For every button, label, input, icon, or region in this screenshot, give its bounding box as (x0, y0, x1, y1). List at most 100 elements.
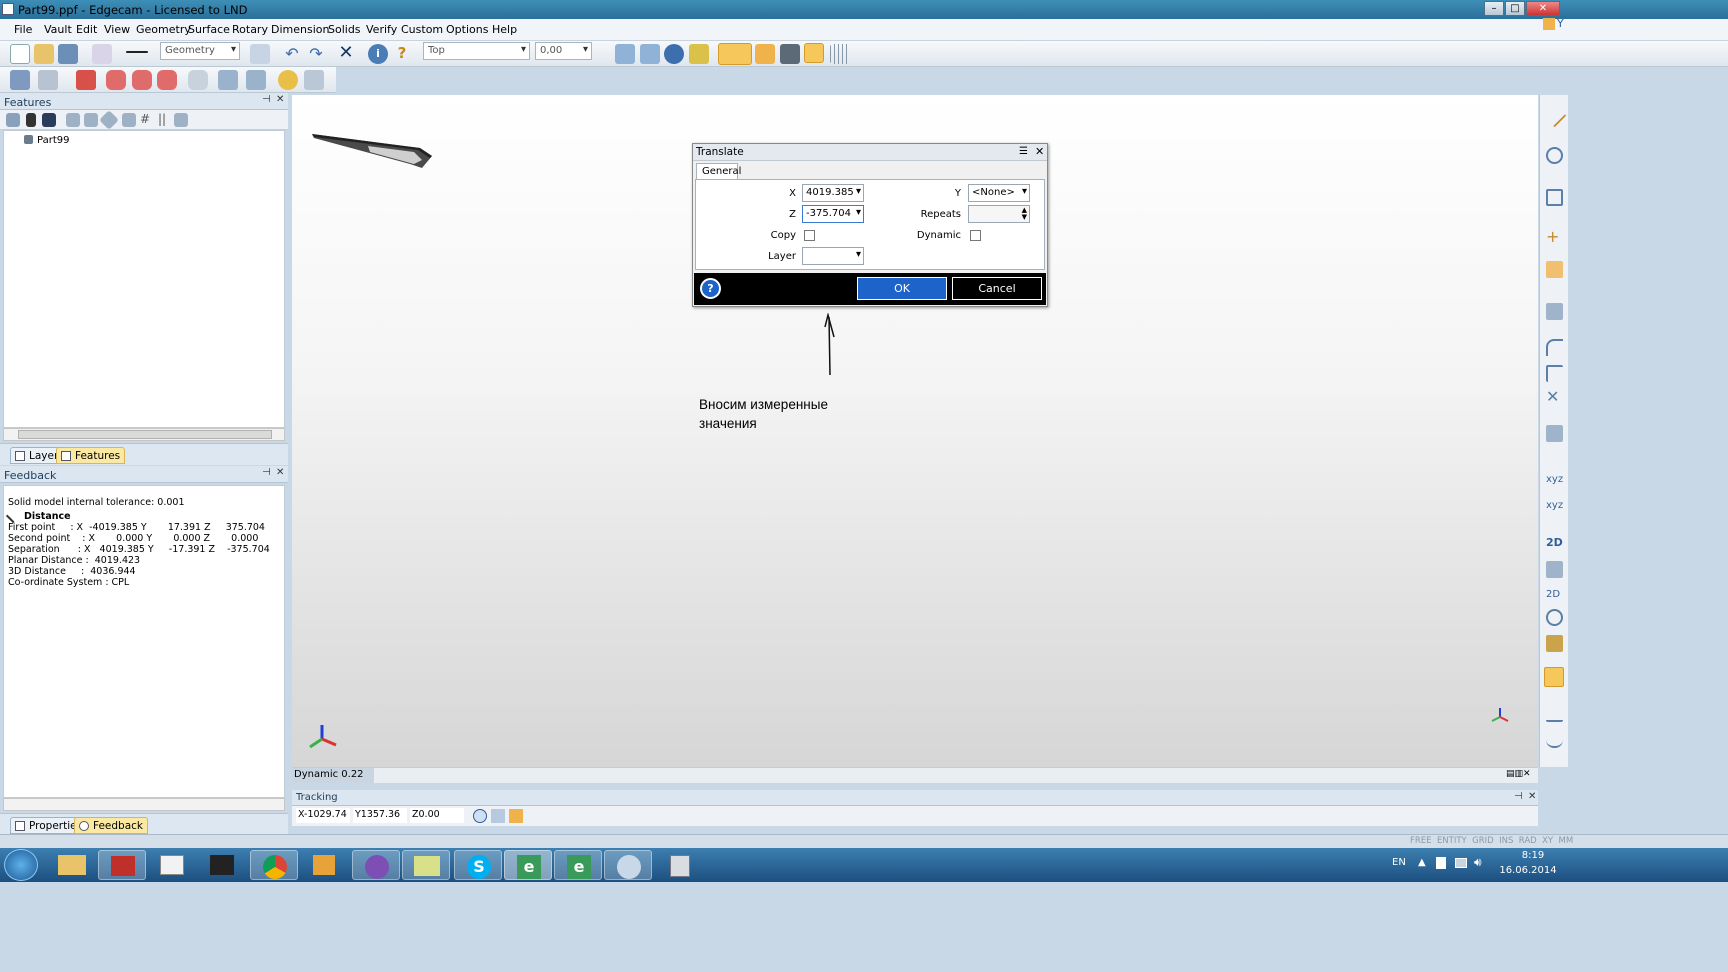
chain-icon[interactable] (1546, 561, 1563, 578)
refresh-icon[interactable] (278, 70, 298, 90)
repeats-field[interactable]: ▲ ▼ (968, 205, 1030, 223)
menu-edit[interactable]: Edit (76, 23, 97, 36)
z-field[interactable]: -375.704 ▾ (802, 205, 864, 223)
y-field[interactable]: <None> ▾ (968, 184, 1030, 202)
snap-icon[interactable] (509, 809, 523, 823)
menu-custom[interactable]: Custom (401, 23, 443, 36)
dialog-menu-icon[interactable]: ☰ (1019, 146, 1028, 157)
view-combo[interactable]: Top (423, 42, 530, 60)
network-icon[interactable] (1455, 858, 1467, 868)
tree-item-part[interactable]: Part99 (37, 135, 69, 146)
zoom-icon[interactable] (640, 44, 660, 64)
start-button[interactable] (4, 849, 38, 881)
diamond-icon[interactable] (99, 110, 119, 130)
point-icon[interactable]: + (1546, 229, 1563, 246)
2d-profile-icon[interactable]: 2D (1546, 587, 1563, 604)
line-style-icon[interactable] (92, 44, 112, 64)
grid-icon[interactable] (830, 44, 850, 64)
menu-surface[interactable]: Surface (188, 23, 230, 36)
undo-icon[interactable]: ↶ (282, 44, 302, 64)
fillet-icon[interactable] (1546, 339, 1563, 356)
chrome-task[interactable] (250, 850, 298, 880)
media-task[interactable] (300, 850, 348, 880)
explorer-task[interactable] (48, 850, 96, 880)
menu-help[interactable]: Help (492, 23, 517, 36)
stock-fixture-icon[interactable] (38, 70, 58, 90)
new-file-icon[interactable] (10, 44, 30, 64)
shade-mode-icon[interactable] (718, 43, 752, 65)
features-hscrollbar[interactable] (3, 428, 285, 441)
paint-task[interactable] (604, 850, 652, 880)
face-icon[interactable] (106, 70, 126, 90)
xyz-snap-icon[interactable]: xyz (1546, 499, 1563, 516)
pin-icon[interactable]: ⊣ (262, 94, 271, 105)
pin-icon[interactable]: ⊣ (1514, 791, 1523, 802)
spinner-icon[interactable]: ▲ ▼ (1022, 207, 1027, 221)
viber-task[interactable] (352, 850, 400, 880)
rotate-view-icon[interactable] (664, 44, 684, 64)
settings-icon[interactable] (174, 113, 188, 127)
2d-icon[interactable]: 2D (1546, 535, 1563, 552)
trim-icon[interactable]: ✕ (1546, 389, 1563, 406)
close-window-button[interactable]: ✕ (1526, 1, 1560, 16)
close-panel-icon[interactable]: ✕ (1528, 791, 1536, 802)
columns-icon[interactable]: || (158, 112, 170, 126)
app-task-1[interactable] (98, 850, 146, 880)
feedback-hscrollbar[interactable] (3, 798, 285, 811)
help-pointer-icon[interactable]: ? (392, 44, 412, 64)
line-icon[interactable] (1542, 103, 1567, 128)
skype-task[interactable]: S (454, 850, 502, 880)
eraser-icon[interactable] (250, 44, 270, 64)
xyz-icon[interactable]: xyz (1546, 473, 1563, 490)
help-icon[interactable]: ? (700, 278, 721, 299)
circle-icon[interactable] (1546, 147, 1563, 164)
copy-checkbox[interactable] (804, 230, 815, 241)
tree-tool-icon[interactable] (6, 113, 20, 127)
info-icon[interactable]: i (368, 44, 388, 64)
value-combo[interactable]: 0,00 (535, 42, 592, 60)
stock-icon[interactable] (780, 44, 800, 64)
clock-date[interactable]: 16.06.2014 (1498, 865, 1558, 876)
delete-icon[interactable]: ✕ (336, 44, 356, 64)
spiral-icon[interactable] (1546, 609, 1563, 626)
view-split-icon[interactable]: ▤▥✕ (1506, 769, 1531, 779)
maximize-button[interactable]: □ (1505, 1, 1525, 16)
pan-icon[interactable] (615, 44, 635, 64)
edit-icon[interactable] (1543, 18, 1555, 30)
ok-button[interactable]: OK (857, 277, 947, 300)
text-icon[interactable] (1546, 261, 1563, 278)
menu-options[interactable]: Options (446, 23, 488, 36)
extend-icon[interactable] (1546, 425, 1563, 442)
tab-feedback[interactable]: Feedback (74, 817, 149, 834)
redo-icon[interactable]: ↷ (306, 44, 326, 64)
volume-icon[interactable]: 🔊︎ (1474, 855, 1482, 870)
menu-file[interactable]: File (14, 23, 32, 36)
menu-rotary[interactable]: Rotary (232, 23, 268, 36)
close-panel-icon[interactable]: ✕ (276, 467, 284, 478)
solid-icon[interactable] (755, 44, 775, 64)
menu-solids[interactable]: Solids (328, 23, 361, 36)
hash-icon[interactable]: # (140, 112, 152, 126)
transform-icon[interactable] (218, 70, 238, 90)
app-task-3[interactable] (198, 850, 246, 880)
layer-field[interactable]: ▾ (802, 247, 864, 265)
workplane-icon[interactable] (491, 809, 505, 823)
rectangle-icon[interactable] (1546, 189, 1563, 206)
app-task-2[interactable] (148, 850, 196, 880)
tray-expand-icon[interactable]: ▲ (1418, 857, 1426, 868)
list-icon[interactable] (84, 113, 98, 127)
line-type-icon[interactable] (126, 51, 148, 53)
tab-features[interactable]: Features (56, 447, 126, 464)
clock-time[interactable]: 8:19 (1508, 850, 1558, 861)
fit-view-icon[interactable] (689, 44, 709, 64)
feature-finder-icon[interactable] (10, 70, 30, 90)
menu-verify[interactable]: Verify (366, 23, 397, 36)
menu-vault[interactable]: Vault (44, 23, 72, 36)
chevron-down-icon[interactable]: ▾ (1022, 186, 1027, 197)
globe-icon[interactable] (473, 809, 487, 823)
chamfer-icon[interactable] (1546, 365, 1563, 382)
array-icon[interactable] (304, 70, 324, 90)
solid-select-icon[interactable] (157, 70, 177, 90)
chevron-down-icon[interactable]: ▾ (856, 186, 861, 197)
transform-icon[interactable] (1546, 303, 1563, 320)
